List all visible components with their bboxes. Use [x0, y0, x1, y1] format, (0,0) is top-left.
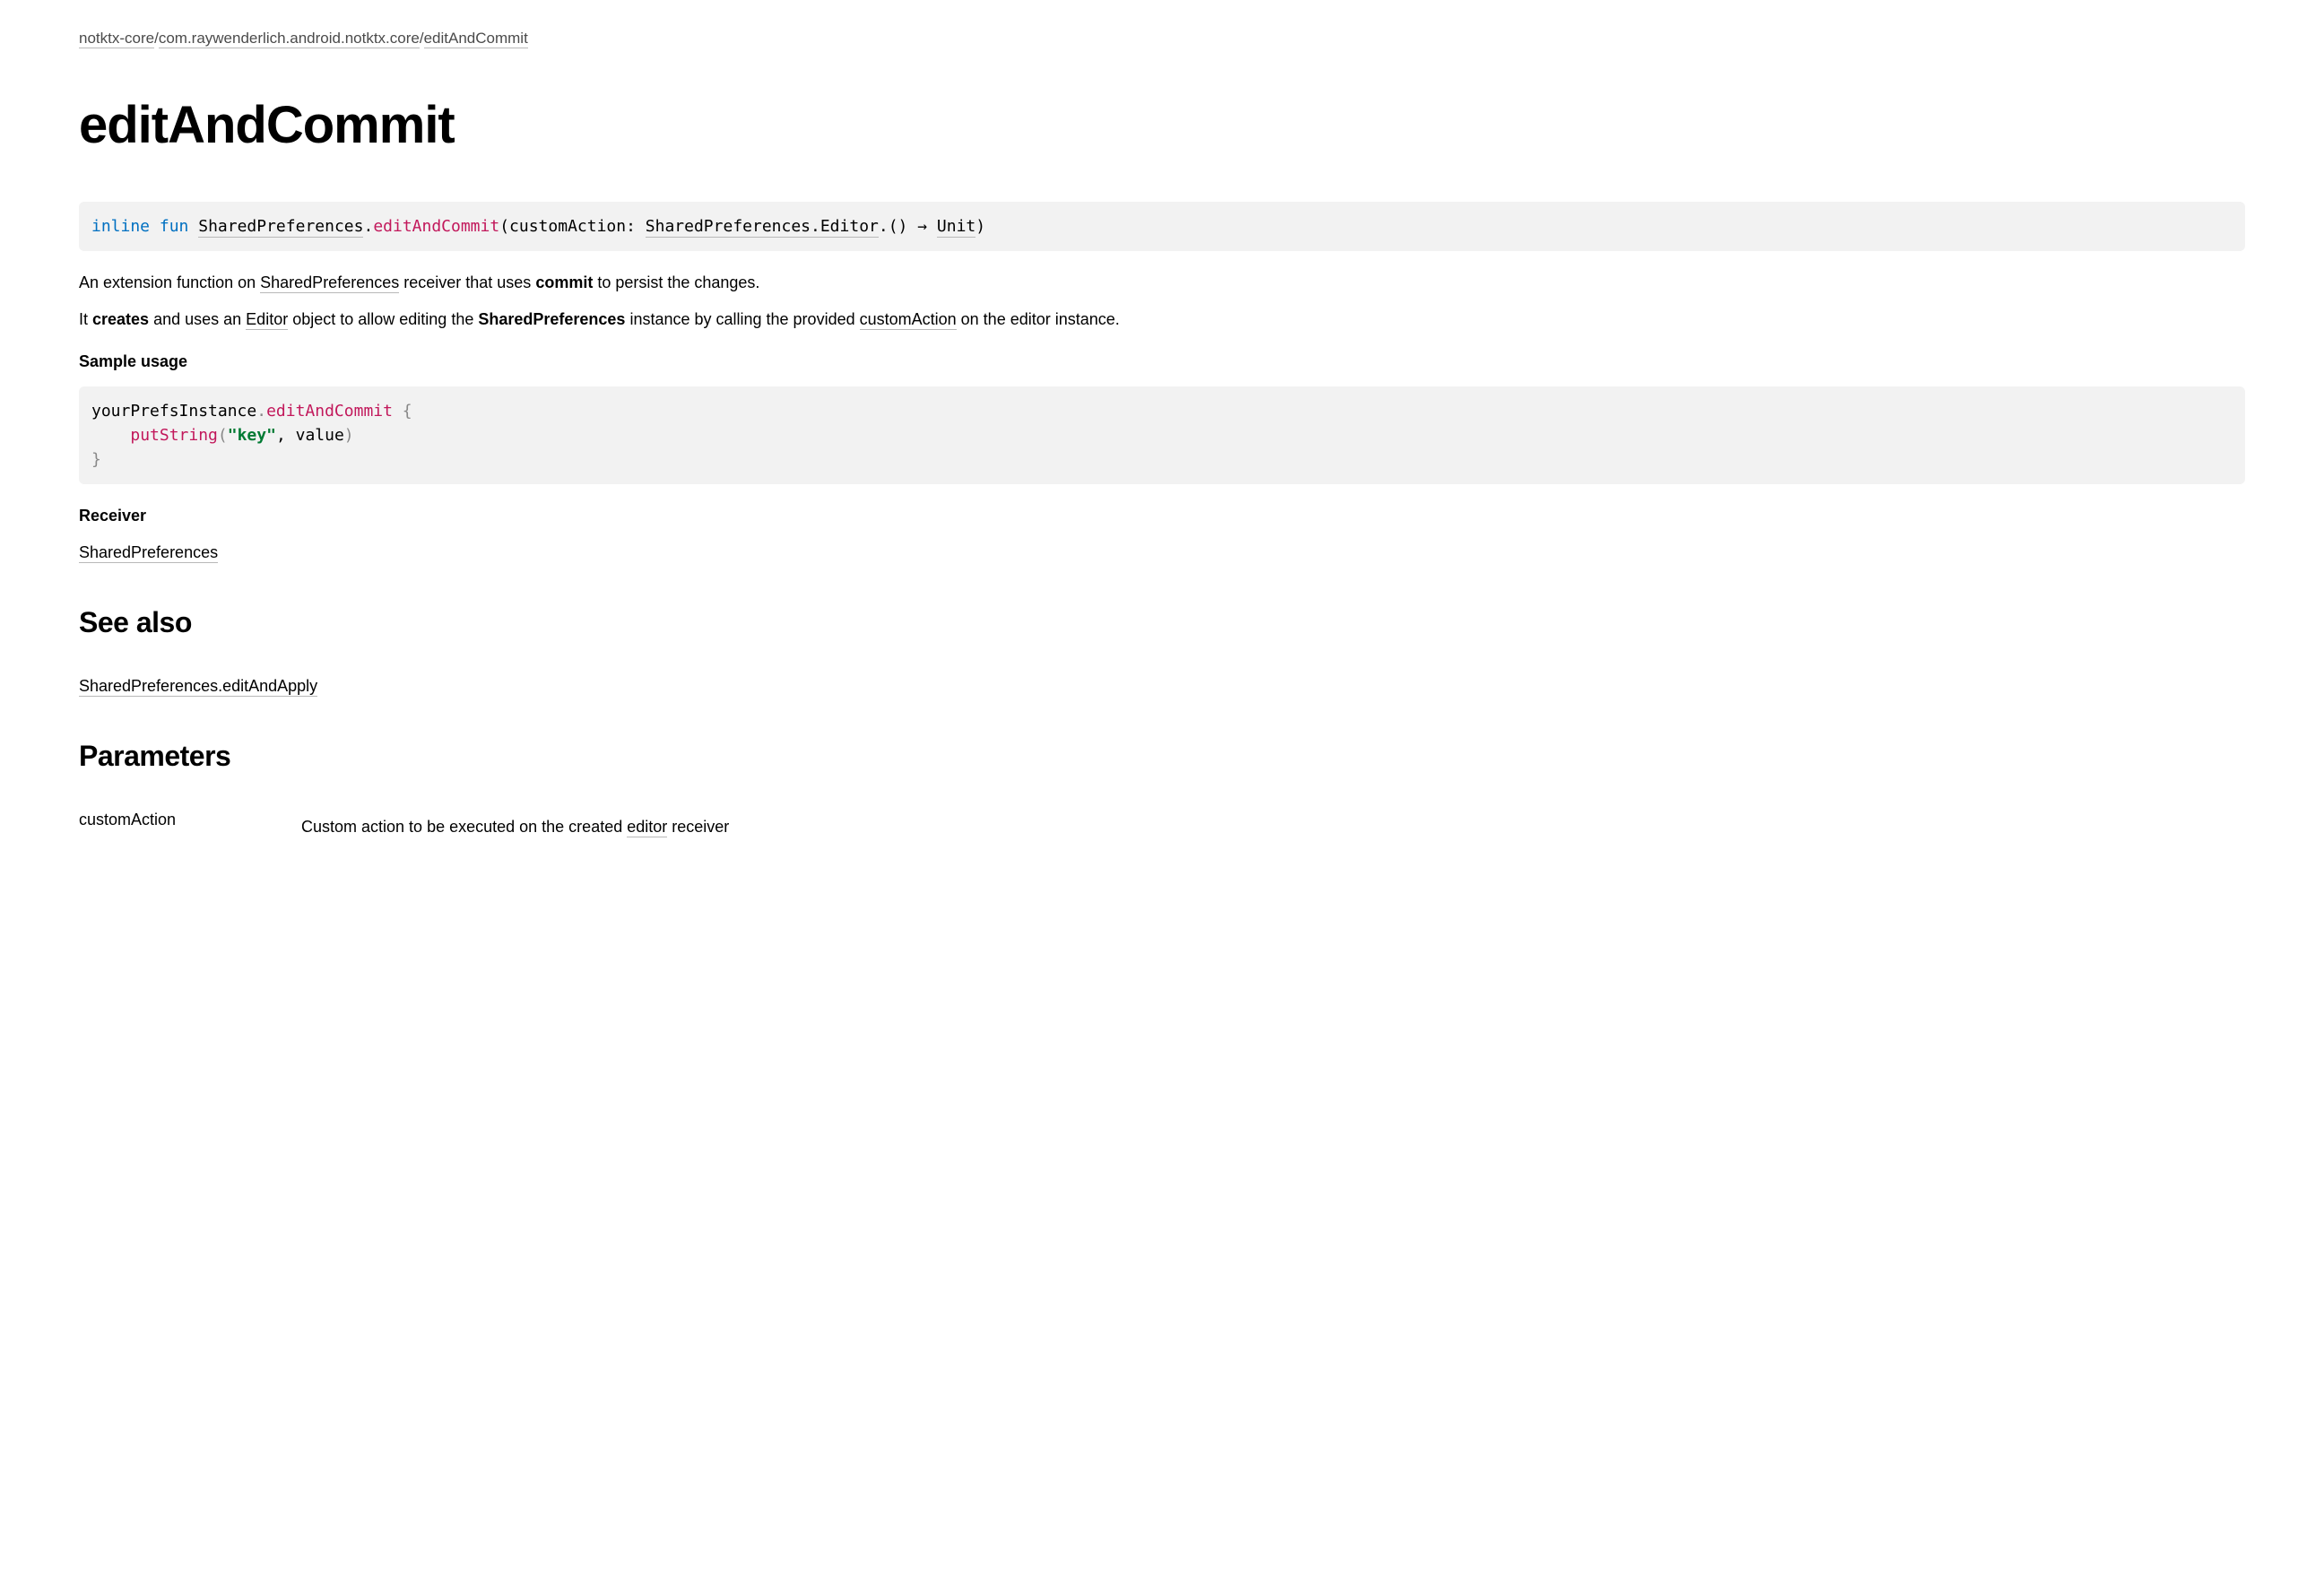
link-sharedpreferences[interactable]: SharedPreferences: [260, 273, 399, 293]
text: on the editor instance.: [957, 310, 1120, 328]
code-text: , value: [276, 426, 344, 445]
see-also-heading: See also: [79, 601, 2245, 644]
breadcrumb-item-2[interactable]: editAndCommit: [424, 30, 528, 48]
receiver-label: Receiver: [79, 504, 2245, 528]
description-1: An extension function on SharedPreferenc…: [79, 271, 2245, 295]
code-func: editAndCommit: [266, 402, 393, 421]
code-indent: [91, 426, 130, 445]
param-name: customAction: [509, 217, 626, 236]
bold-commit: commit: [535, 273, 593, 291]
text: An extension function on: [79, 273, 260, 291]
description-2: It creates and uses an Editor object to …: [79, 308, 2245, 332]
page-title: editAndCommit: [79, 86, 2245, 164]
code-punc: }: [91, 450, 101, 469]
text: object to allow editing the: [288, 310, 478, 328]
type-link-param[interactable]: SharedPreferences.Editor: [646, 217, 879, 238]
see-also-link[interactable]: SharedPreferences.editAndApply: [79, 677, 317, 697]
keyword-fun: fun: [160, 217, 189, 236]
signature-block: inline fun SharedPreferences.editAndComm…: [79, 202, 2245, 251]
sample-usage-label: Sample usage: [79, 350, 2245, 374]
parameters-heading: Parameters: [79, 734, 2245, 777]
code-punc: .: [256, 402, 266, 421]
sample-code-block: yourPrefsInstance.editAndCommit { putStr…: [79, 386, 2245, 484]
code-text: yourPrefsInstance: [91, 402, 256, 421]
arrow-icon: →: [917, 217, 927, 236]
breadcrumb-item-0[interactable]: notktx-core: [79, 30, 154, 48]
lparen: (: [499, 217, 509, 236]
text: receiver that uses: [399, 273, 535, 291]
parameter-description: Custom action to be executed on the crea…: [301, 808, 2245, 839]
space: [927, 217, 937, 236]
code-string: "key": [228, 426, 276, 445]
breadcrumb-sep: /: [420, 30, 424, 47]
dot: .: [363, 217, 373, 236]
text: to persist the changes.: [593, 273, 759, 291]
parameter-name: customAction: [79, 808, 258, 832]
function-name[interactable]: editAndCommit: [373, 217, 499, 236]
after-type: .(): [879, 217, 917, 236]
link-editor[interactable]: Editor: [246, 310, 288, 330]
text: receiver: [667, 818, 729, 836]
code-func: putString: [130, 426, 218, 445]
type-link-receiver[interactable]: SharedPreferences: [198, 217, 363, 238]
code-punc: (: [218, 426, 228, 445]
parameter-row: customAction Custom action to be execute…: [79, 808, 2245, 839]
text: and uses an: [149, 310, 246, 328]
receiver-link[interactable]: SharedPreferences: [79, 543, 218, 563]
link-editor-param[interactable]: editor: [627, 818, 667, 837]
breadcrumb-item-1[interactable]: com.raywenderlich.android.notktx.core: [159, 30, 420, 48]
breadcrumb: notktx-core /com.raywenderlich.android.no…: [79, 27, 2245, 50]
text: instance by calling the provided: [625, 310, 859, 328]
link-customaction[interactable]: customAction: [860, 310, 957, 330]
receiver-block: SharedPreferences: [79, 541, 2245, 565]
see-also-block: SharedPreferences.editAndApply: [79, 674, 2245, 698]
bold-sharedpreferences: SharedPreferences: [478, 310, 625, 328]
colon: :: [626, 217, 646, 236]
rparen: ): [976, 217, 985, 236]
text: Custom action to be executed on the crea…: [301, 818, 627, 836]
code-punc: ): [344, 426, 354, 445]
keyword-inline: inline: [91, 217, 150, 236]
text: It: [79, 310, 92, 328]
code-punc: {: [393, 402, 412, 421]
bold-creates: creates: [92, 310, 149, 328]
type-link-return[interactable]: Unit: [937, 217, 976, 238]
